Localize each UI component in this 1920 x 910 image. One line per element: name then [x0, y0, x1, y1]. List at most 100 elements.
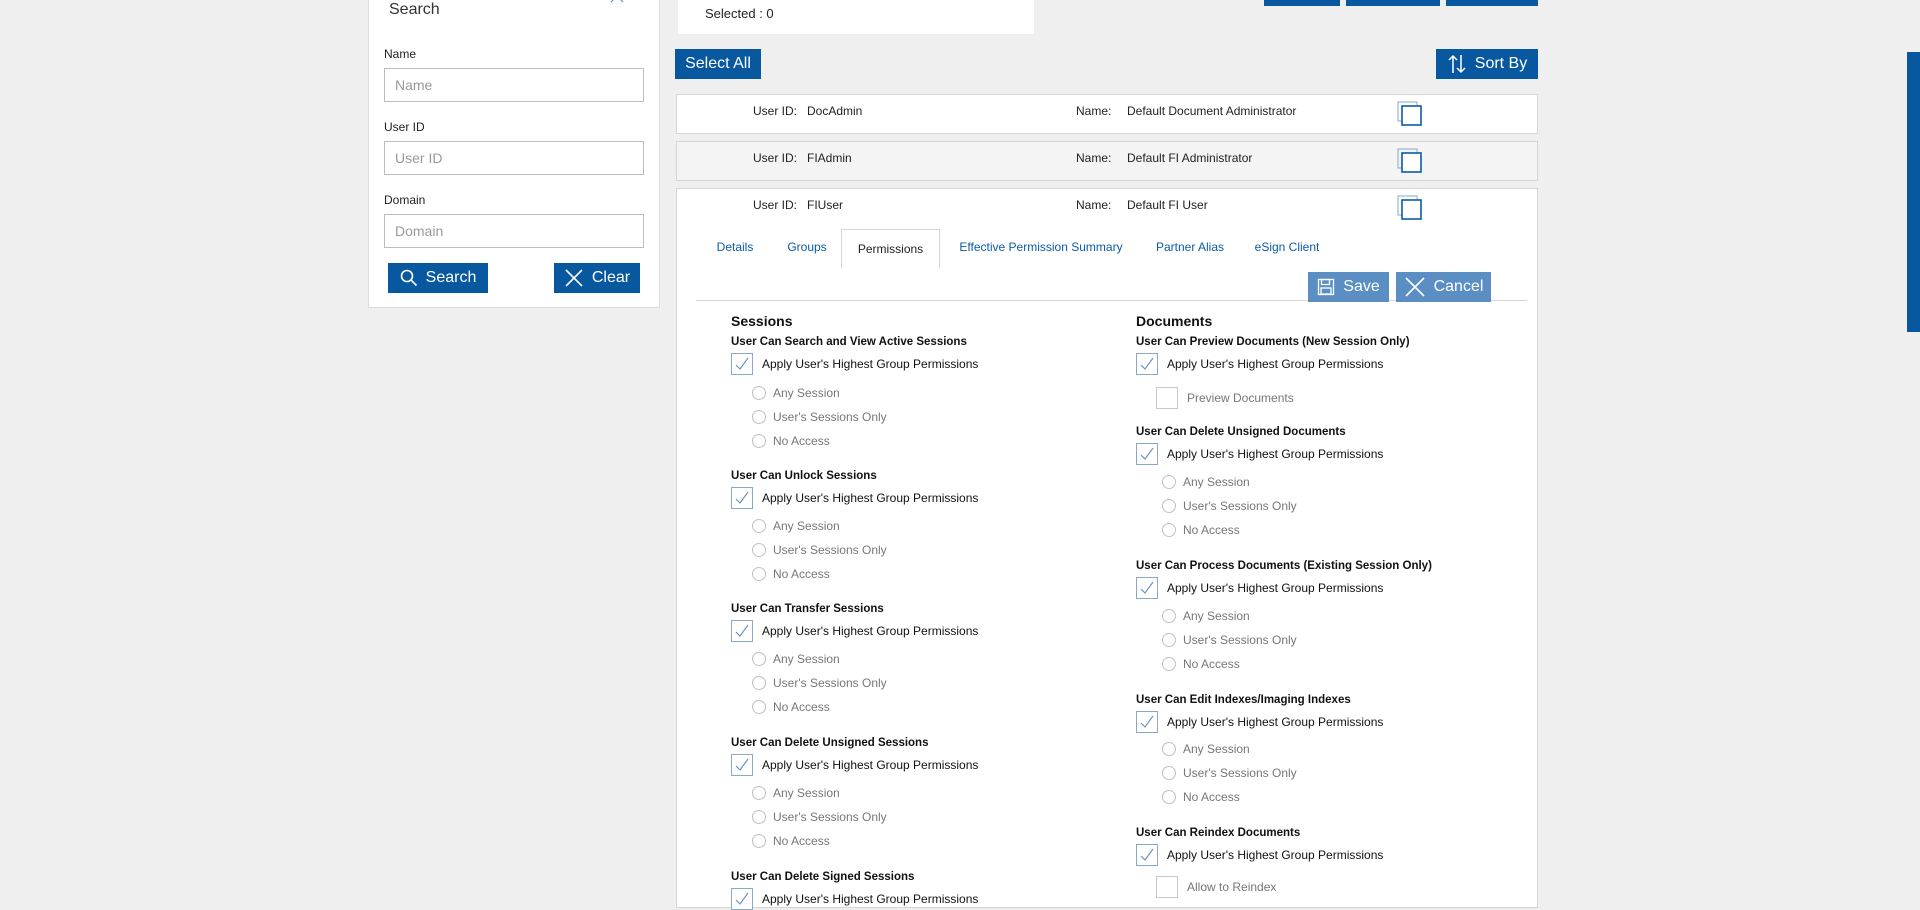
name-label: Name — [384, 47, 417, 61]
radio-no-access[interactable] — [752, 567, 766, 581]
radio-any-session[interactable] — [1162, 609, 1176, 623]
permission-label: User Can Edit Indexes/Imaging Indexes — [1136, 694, 1351, 706]
clear-button[interactable]: Clear — [554, 263, 640, 293]
apply-checkbox[interactable] — [731, 487, 753, 509]
radio-users-sessions-only[interactable] — [1162, 633, 1176, 647]
tab-effective-permission-summary[interactable]: Effective Permission Summary — [951, 227, 1131, 267]
radio-no-access[interactable] — [752, 834, 766, 848]
apply-checkbox[interactable] — [1136, 353, 1158, 375]
tab-permissions[interactable]: Permissions — [841, 229, 940, 269]
select-checkbox-icon[interactable] — [1397, 148, 1423, 174]
permission-label: User Can Search and View Active Sessions — [731, 336, 967, 348]
radio-label: Any Session — [1183, 609, 1250, 623]
name-label: Name: — [1076, 198, 1112, 212]
radio-label: No Access — [773, 700, 830, 714]
check-icon — [1140, 581, 1154, 594]
select-checkbox-icon[interactable] — [1397, 101, 1423, 127]
user-row[interactable]: User ID: DocAdmin Name: Default Document… — [676, 94, 1538, 134]
radio-label: No Access — [1183, 523, 1240, 537]
apply-label: Apply User's Highest Group Permissions — [762, 758, 979, 772]
tab-partner-alias[interactable]: Partner Alias — [1145, 227, 1235, 267]
apply-checkbox[interactable] — [1136, 844, 1158, 866]
radio-users-sessions-only[interactable] — [752, 410, 766, 424]
apply-label: Apply User's Highest Group Permissions — [1167, 581, 1384, 595]
domain-label: Domain — [384, 193, 426, 207]
tab-esign-client[interactable]: eSign Client — [1247, 227, 1327, 267]
userid-label: User ID — [384, 120, 425, 134]
search-button[interactable]: Search — [388, 263, 488, 293]
save-icon — [1318, 278, 1335, 296]
radio-any-session[interactable] — [752, 519, 766, 533]
radio-any-session[interactable] — [752, 652, 766, 666]
apply-checkbox[interactable] — [1136, 577, 1158, 599]
user-detail-panel: User ID: FIUser Name: Default FI User De… — [676, 188, 1538, 910]
radio-label: No Access — [773, 567, 830, 581]
permission-label: User Can Reindex Documents — [1136, 827, 1301, 839]
check-icon — [1140, 357, 1154, 370]
radio-users-sessions-only[interactable] — [752, 676, 766, 690]
domain-input[interactable] — [384, 214, 644, 248]
radio-label: User's Sessions Only — [773, 810, 887, 824]
radio-any-session[interactable] — [1162, 742, 1176, 756]
apply-label: Apply User's Highest Group Permissions — [1167, 848, 1384, 862]
radio-any-session[interactable] — [1162, 475, 1176, 489]
search-title: Search — [389, 1, 440, 18]
apply-checkbox[interactable] — [1136, 711, 1158, 733]
apply-checkbox[interactable] — [731, 888, 753, 910]
toolbar-button-2[interactable] — [1346, 0, 1440, 6]
chevron-up-icon[interactable] — [609, 0, 625, 7]
radio-users-sessions-only[interactable] — [752, 810, 766, 824]
apply-label: Apply User's Highest Group Permissions — [762, 357, 979, 371]
name-input[interactable] — [384, 68, 644, 102]
check-icon — [735, 892, 749, 905]
radio-label: Any Session — [773, 519, 840, 533]
apply-checkbox[interactable] — [731, 353, 753, 375]
permission-label: User Can Delete Signed Sessions — [731, 871, 915, 883]
tab-groups[interactable]: Groups — [775, 227, 839, 267]
userid-value: FIUser — [807, 198, 843, 212]
name-label: Name: — [1076, 104, 1112, 118]
allow-reindex-checkbox[interactable] — [1156, 876, 1178, 898]
radio-label: No Access — [1183, 657, 1240, 671]
check-icon — [1140, 848, 1154, 861]
sort-by-button[interactable]: Sort By — [1436, 49, 1538, 79]
select-all-button[interactable]: Select All — [675, 49, 761, 79]
apply-checkbox[interactable] — [731, 620, 753, 642]
userid-input[interactable] — [384, 141, 644, 175]
radio-label: Any Session — [773, 386, 840, 400]
radio-users-sessions-only[interactable] — [1162, 766, 1176, 780]
apply-label: Apply User's Highest Group Permissions — [762, 491, 979, 505]
documents-section-title: Documents — [1136, 313, 1213, 329]
check-icon — [735, 491, 749, 504]
radio-no-access[interactable] — [752, 434, 766, 448]
clear-button-label: Clear — [591, 269, 631, 286]
name-value: Default FI Administrator — [1127, 151, 1253, 165]
apply-checkbox[interactable] — [1136, 443, 1158, 465]
radio-no-access[interactable] — [1162, 657, 1176, 671]
radio-users-sessions-only[interactable] — [1162, 499, 1176, 513]
radio-any-session[interactable] — [752, 786, 766, 800]
radio-no-access[interactable] — [752, 700, 766, 714]
preview-documents-checkbox[interactable] — [1156, 387, 1178, 409]
select-all-label: Select All — [685, 55, 751, 72]
radio-no-access[interactable] — [1162, 790, 1176, 804]
radio-label: No Access — [773, 434, 830, 448]
save-button[interactable]: Save — [1308, 272, 1389, 302]
search-button-label: Search — [425, 269, 477, 286]
page-scrollbar[interactable] — [1907, 52, 1920, 332]
select-checkbox-icon[interactable] — [1397, 195, 1423, 221]
permission-label: User Can Delete Unsigned Documents — [1136, 426, 1346, 438]
cancel-button[interactable]: Cancel — [1396, 272, 1491, 302]
toolbar-button-3[interactable] — [1446, 0, 1538, 6]
selected-count-box: Selected : 0 — [678, 0, 1034, 34]
permission-label: User Can Preview Documents (New Session … — [1136, 336, 1410, 348]
radio-any-session[interactable] — [752, 386, 766, 400]
radio-label: Any Session — [773, 786, 840, 800]
user-row[interactable]: User ID: FIAdmin Name: Default FI Admini… — [676, 141, 1538, 181]
tab-details[interactable]: Details — [705, 227, 765, 267]
toolbar-button-1[interactable] — [1264, 0, 1340, 6]
apply-checkbox[interactable] — [731, 754, 753, 776]
permission-label: User Can Process Documents (Existing Ses… — [1136, 560, 1432, 572]
radio-no-access[interactable] — [1162, 523, 1176, 537]
radio-users-sessions-only[interactable] — [752, 543, 766, 557]
